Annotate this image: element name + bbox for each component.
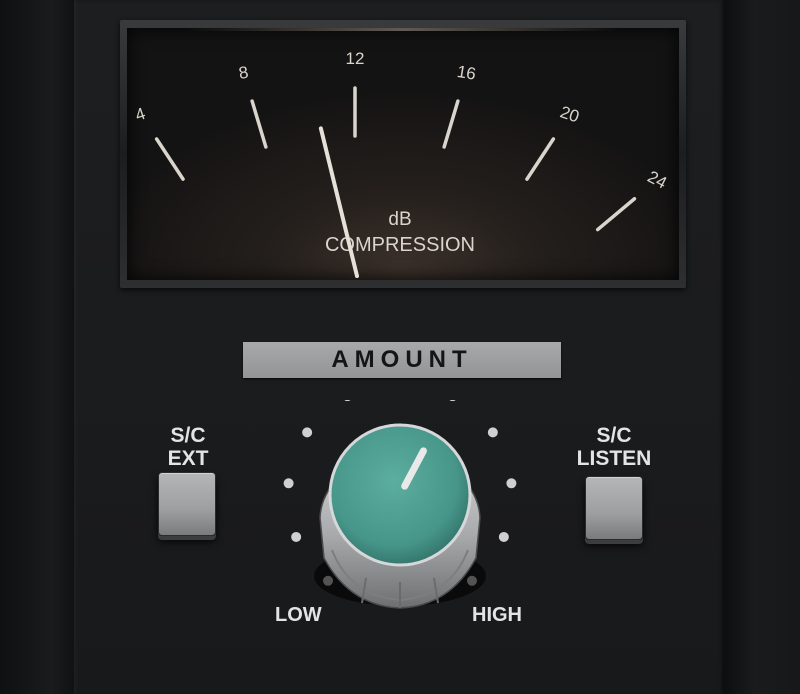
sc-listen-label-line1: S/C	[596, 424, 632, 447]
vu-meter: 04812162024 dB COMPRESSION	[127, 28, 679, 280]
meter-unit-label: dB	[388, 209, 411, 230]
amount-knob-area: LOW HIGH	[270, 378, 530, 650]
knob-scale-dot	[291, 531, 302, 542]
meter-tick	[442, 99, 460, 149]
sc-ext-label-line2: EXT	[167, 447, 209, 470]
sc-listen-button[interactable]	[585, 476, 643, 540]
left-rail	[0, 0, 74, 694]
low-label: LOW	[275, 604, 322, 626]
meter-tick-label: 20	[558, 102, 582, 126]
meter-tick-label: 12	[346, 49, 365, 68]
amount-knob[interactable]	[328, 423, 472, 567]
knob-scale-dot	[506, 478, 517, 489]
knob-scale-dot	[447, 391, 458, 402]
high-label: HIGH	[472, 604, 522, 626]
sc-ext-button[interactable]	[158, 472, 216, 536]
knob-scale-dot	[498, 531, 509, 542]
meter-tick	[595, 196, 637, 232]
meter-tick-label: 16	[456, 62, 478, 84]
sc-ext-label-line1: S/C	[170, 424, 206, 447]
meter-tick-label: 4	[133, 104, 148, 125]
knob-scale-dot	[487, 427, 498, 438]
meter-tick	[525, 137, 556, 181]
meter-tick	[250, 99, 268, 149]
meter-tick-label: 24	[644, 167, 670, 193]
right-rail	[724, 0, 800, 694]
amount-title: AMOUNT	[243, 342, 561, 378]
sc-ext-label: S/C EXT	[155, 424, 221, 470]
meter-tick-label: 8	[237, 63, 249, 83]
meter-tick	[154, 137, 185, 181]
knob-scale-dot	[283, 478, 294, 489]
vu-meter-scale: 04812162024 dB COMPRESSION	[133, 49, 670, 278]
sc-listen-label-line2: LISTEN	[576, 447, 652, 470]
knob-scale-dot	[302, 427, 313, 438]
sc-listen-label: S/C LISTEN	[566, 424, 662, 470]
knob-scale-dot	[342, 391, 353, 402]
